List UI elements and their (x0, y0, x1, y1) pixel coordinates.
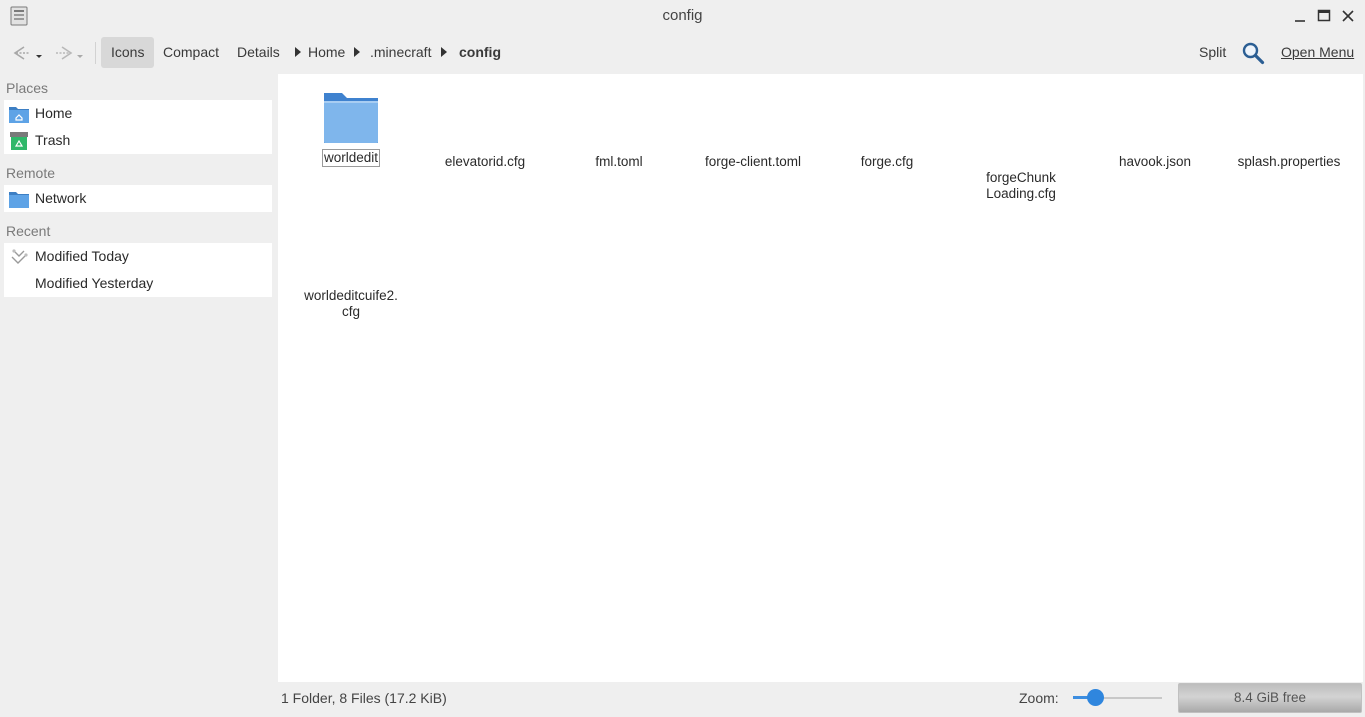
section-title-places: Places (6, 80, 49, 96)
close-icon[interactable] (1338, 6, 1358, 26)
file-name: forge.cfg (860, 154, 914, 169)
file-name: worldedit (321, 149, 381, 167)
section-title-recent: Recent (6, 223, 51, 239)
window-title: config (662, 7, 703, 24)
maximize-icon[interactable] (1314, 6, 1334, 26)
network-folder-icon (9, 192, 29, 208)
places-group: Home Trash (4, 100, 272, 154)
file-name: fml.toml (595, 154, 643, 169)
file-name: splash.properties (1237, 154, 1341, 169)
recent-icon (11, 249, 28, 264)
file-item-fml-toml[interactable]: fml.toml (554, 154, 684, 170)
folder-icon (324, 93, 378, 143)
view-details-button[interactable]: Details (227, 37, 290, 68)
free-space-label: 8.4 GiB free (1233, 690, 1307, 705)
breadcrumb-arrow-icon[interactable] (441, 47, 447, 57)
file-item-forge-client-toml[interactable]: forge-client.toml (688, 154, 818, 170)
file-name: forge-client.toml (704, 154, 802, 169)
status-bar: 1 Folder, 8 Files (17.2 KiB) Zoom: 8.4 G… (278, 683, 1365, 717)
view-compact-button[interactable]: Compact (153, 37, 229, 68)
zoom-slider-handle[interactable] (1086, 689, 1104, 706)
file-item-havook-json[interactable]: havook.json (1090, 154, 1220, 170)
sidebar-item-label: Modified Yesterday (35, 275, 154, 291)
sidebar-item-trash[interactable]: Trash (4, 127, 272, 154)
sidebar-item-network[interactable]: Network (4, 185, 272, 212)
sidebar-item-home[interactable]: Home (4, 100, 272, 127)
file-item-worldedit[interactable]: worldedit (286, 89, 416, 167)
status-summary: 1 Folder, 8 Files (17.2 KiB) (281, 690, 447, 706)
home-folder-icon (9, 107, 29, 123)
file-item-splash-properties[interactable]: splash.properties (1224, 154, 1354, 170)
sidebar-item-label: Modified Today (35, 248, 129, 264)
file-item-worldeditcuife2[interactable]: worldeditcuife2. cfg (286, 272, 416, 320)
file-name: forgeChunk Loading.cfg (986, 170, 1056, 201)
toolbar-separator (95, 42, 96, 64)
file-name: worldeditcuife2. cfg (304, 288, 398, 319)
file-name: elevatorid.cfg (444, 154, 526, 169)
open-menu-button[interactable]: Open Menu (1271, 37, 1364, 68)
minimize-icon[interactable] (1290, 6, 1310, 26)
back-icon[interactable] (8, 40, 42, 66)
search-icon[interactable] (1241, 41, 1265, 65)
trash-icon (10, 132, 28, 150)
sidebar-item-modified-yesterday[interactable]: Modified Yesterday (4, 270, 272, 297)
forward-icon[interactable] (52, 40, 86, 66)
sidebar-item-label: Network (35, 190, 87, 206)
free-space-bar[interactable]: 8.4 GiB free (1178, 683, 1362, 713)
toolbar: Icons Compact Details Home .minecraft co… (0, 36, 1365, 70)
file-view[interactable]: worldedit elevatorid.cfg fml.toml forge-… (278, 74, 1363, 682)
sidebar-item-label: Home (35, 105, 73, 121)
breadcrumb-home[interactable]: Home (308, 44, 345, 60)
recent-group: Modified Today Modified Yesterday (4, 243, 272, 297)
file-item-forgechunkloading[interactable]: forgeChunk Loading.cfg (956, 154, 1086, 202)
sidebar-item-label: Trash (35, 132, 71, 148)
section-title-remote: Remote (6, 165, 56, 181)
breadcrumb-minecraft[interactable]: .minecraft (370, 44, 431, 60)
split-button[interactable]: Split (1189, 37, 1236, 68)
sidebar-places-panel: Places Home Trash Remote Network Recent … (0, 74, 276, 684)
breadcrumb-config[interactable]: config (459, 44, 501, 60)
file-item-forge-cfg[interactable]: forge.cfg (822, 154, 952, 170)
zoom-label: Zoom: (1019, 690, 1059, 706)
sidebar-item-modified-today[interactable]: Modified Today (4, 243, 272, 270)
file-name: havook.json (1118, 154, 1192, 169)
breadcrumb-arrow-icon[interactable] (295, 47, 301, 57)
view-icons-button[interactable]: Icons (101, 37, 155, 68)
title-bar: config (0, 0, 1365, 32)
file-item-elevatorid[interactable]: elevatorid.cfg (420, 154, 550, 170)
breadcrumb-arrow-icon[interactable] (354, 47, 360, 57)
remote-group: Network (4, 185, 272, 212)
